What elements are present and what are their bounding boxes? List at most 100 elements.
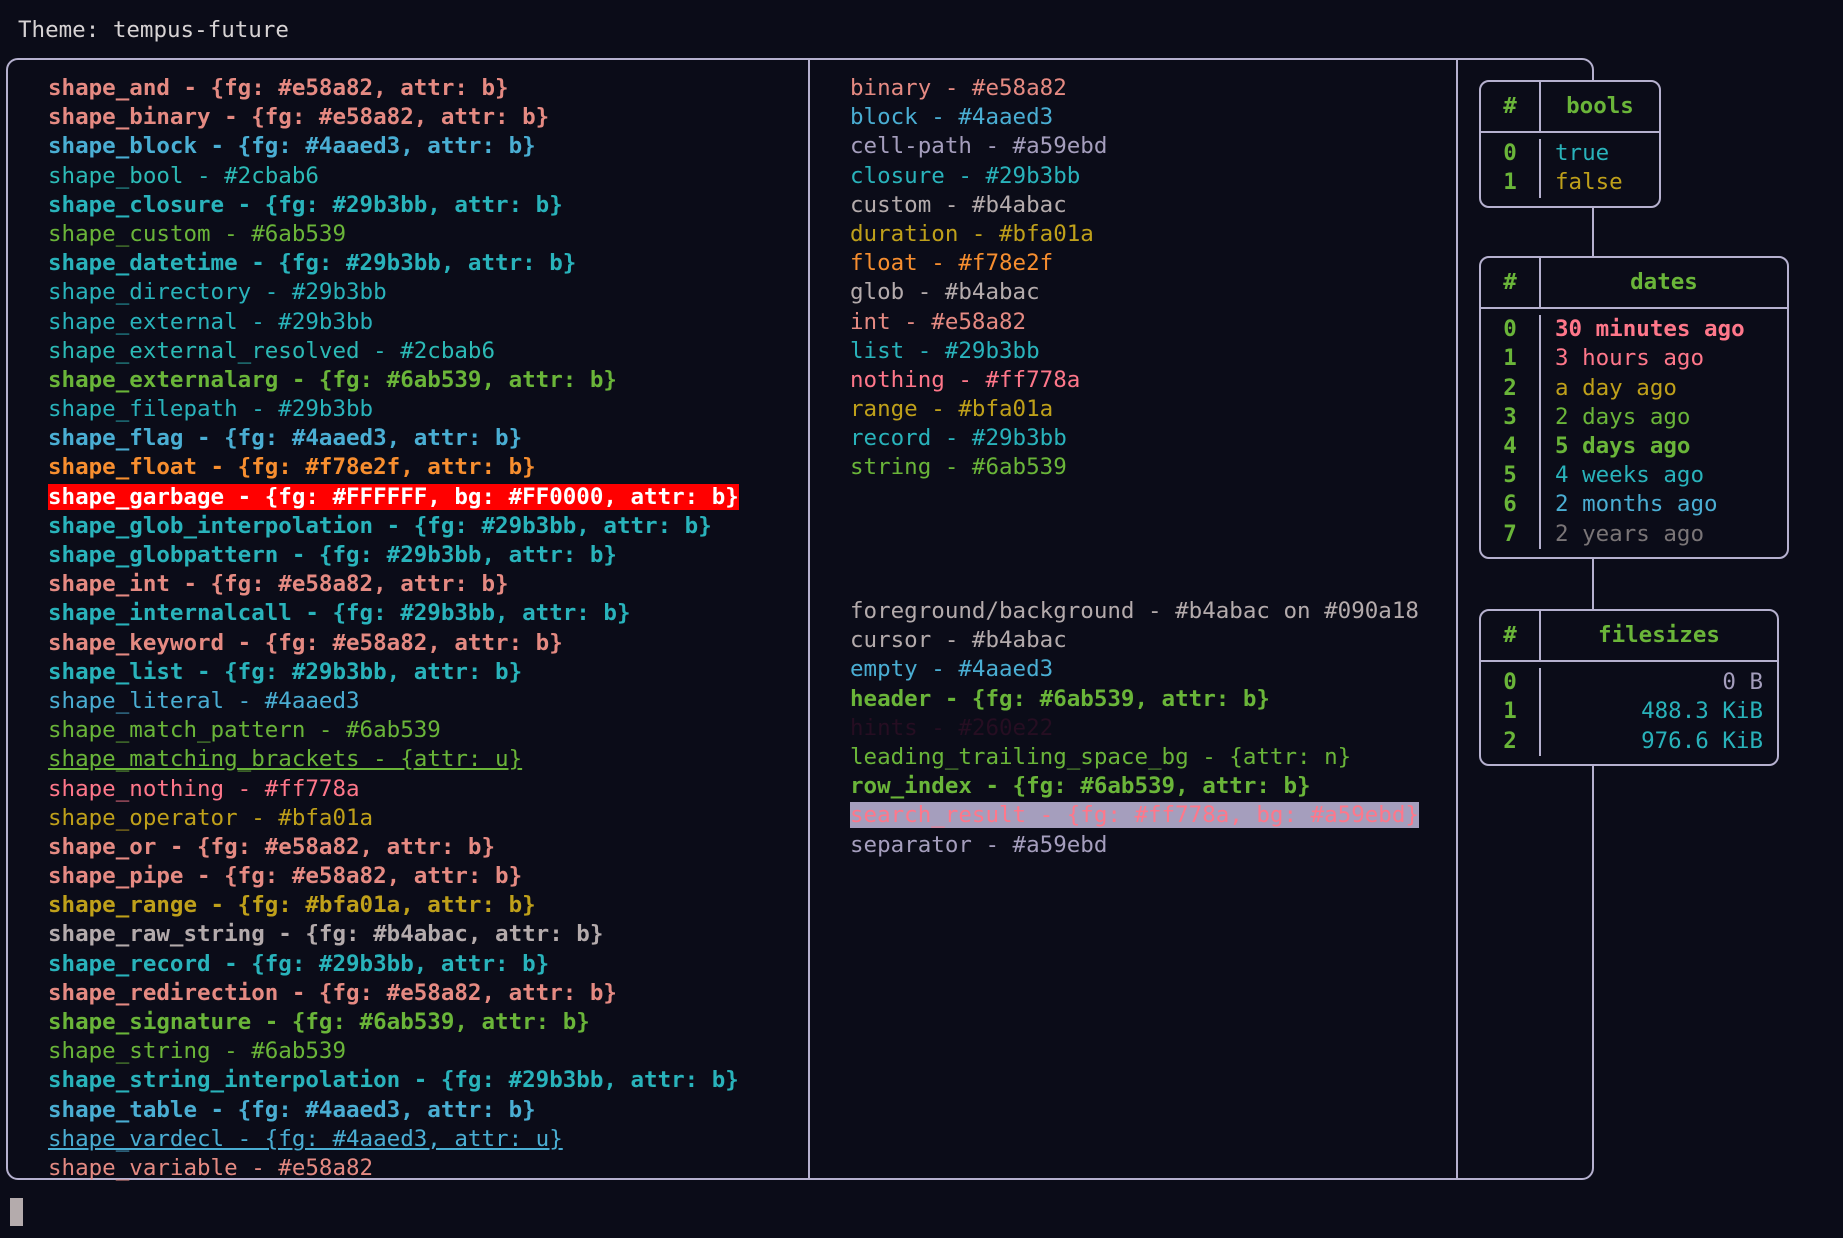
shapes-column: shape_and - {fg: #e58a82, attr: b} shape_… [8, 60, 808, 1181]
row-index-cell: 4 [1503, 432, 1517, 459]
type-row: float - #f78e2f [850, 249, 1107, 278]
row-value-cell: a day ago [1539, 373, 1787, 403]
shape-row: shape_int - {fg: #e58a82, attr: b} [48, 570, 739, 599]
shape-label: shape_binary - {fg: #e58a82, attr: b} [48, 104, 550, 131]
row-value-cell: 976.6 KiB [1539, 726, 1777, 756]
type-row: block - #4aaed3 [850, 103, 1107, 132]
type-label: custom - #b4abac [850, 191, 1067, 218]
shape-label: shape_filepath - #29b3bb [48, 396, 374, 423]
table-row: 1 false [1481, 168, 1659, 198]
type-label: list - #29b3bb [850, 337, 1040, 364]
row-index-cell: 0 [1503, 669, 1517, 696]
table-row: 5 4 weeks ago [1481, 461, 1787, 491]
shape-label: shape_or - {fg: #e58a82, attr: b} [48, 833, 496, 860]
shape-row: shape_pipe - {fg: #e58a82, attr: b} [48, 862, 739, 891]
type-label: int - #e58a82 [850, 308, 1027, 335]
shape-row: shape_bool - #2cbab6 [48, 162, 739, 191]
table-row: 2 a day ago [1481, 373, 1787, 403]
shape-label: shape_vardecl - {fg: #4aaed3, attr: u} [48, 1125, 563, 1152]
shape-row: shape_internalcall - {fg: #29b3bb, attr:… [48, 599, 739, 628]
type-row: custom - #b4abac [850, 191, 1107, 220]
table-row: 6 2 months ago [1481, 490, 1787, 520]
type-label: duration - #bfa01a [850, 220, 1094, 247]
filesizes-table-body: 0 0 B 1 488.3 KiB 2 976.6 KiB [1481, 662, 1777, 764]
shape-row: shape_match_pattern - #6ab539 [48, 716, 739, 745]
row-index-cell: 3 [1503, 403, 1517, 430]
type-row: list - #29b3bb [850, 337, 1107, 366]
shape-label: shape_bool - #2cbab6 [48, 162, 319, 189]
shape-label: shape_table - {fg: #4aaed3, attr: b} [48, 1096, 536, 1123]
table-row: 3 2 days ago [1481, 402, 1787, 432]
shape-row: shape_operator - #bfa01a [48, 804, 739, 833]
row-value-cell: 4 weeks ago [1539, 461, 1787, 491]
table-row: 0 true [1481, 139, 1659, 169]
type-label: binary - #e58a82 [850, 75, 1067, 101]
shape-row: shape_signature - {fg: #6ab539, attr: b} [48, 1008, 739, 1037]
shape-label: shape_record - {fg: #29b3bb, attr: b} [48, 950, 550, 977]
type-label: range - #bfa01a [850, 396, 1054, 423]
row-value-cell: 488.3 KiB [1539, 697, 1777, 727]
table-row: 7 2 years ago [1481, 519, 1787, 549]
shape-label: shape_string - #6ab539 [48, 1038, 347, 1065]
shape-label: shape_keyword - {fg: #e58a82, attr: b} [48, 629, 563, 656]
ui-label: row_index - {fg: #6ab539, attr: b} [850, 773, 1311, 800]
terminal-cursor [10, 1198, 23, 1226]
ui-row: separator - #a59ebd [850, 831, 1419, 860]
shape-row: shape_filepath - #29b3bb [48, 395, 739, 424]
shape-row: shape_vardecl - {fg: #4aaed3, attr: u} [48, 1125, 739, 1154]
shape-row: shape_variable - #e58a82 [48, 1154, 739, 1183]
row-index-cell: 2 [1503, 374, 1517, 401]
shape-row: shape_float - {fg: #f78e2f, attr: b} [48, 453, 739, 482]
shape-row: shape_record - {fg: #29b3bb, attr: b} [48, 950, 739, 979]
ui-label: empty - #4aaed3 [850, 656, 1054, 683]
shape-row: shape_keyword - {fg: #e58a82, attr: b} [48, 629, 739, 658]
shape-row: shape_globpattern - {fg: #29b3bb, attr: … [48, 541, 739, 570]
shape-label: shape_list - {fg: #29b3bb, attr: b} [48, 658, 523, 685]
type-row: int - #e58a82 [850, 308, 1107, 337]
ui-label: separator - #a59ebd [850, 831, 1108, 858]
row-index-cell: 0 [1503, 316, 1517, 343]
ui-label: search_result - {fg: #ff778a, bg: #a59eb… [850, 802, 1419, 829]
type-row: record - #29b3bb [850, 424, 1107, 453]
row-value-cell: 2 months ago [1539, 490, 1787, 520]
shape-label: shape_operator - #bfa01a [48, 804, 374, 831]
shape-label: shape_nothing - #ff778a [48, 775, 360, 802]
dates-table-header: # dates [1481, 258, 1787, 310]
filesizes-index-header: # [1503, 622, 1517, 648]
shape-row: shape_block - {fg: #4aaed3, attr: b} [48, 132, 739, 161]
row-index-cell: 2 [1503, 727, 1517, 754]
shape-label: shape_matching_brackets - {attr: u} [48, 746, 523, 773]
table-row: 1 488.3 KiB [1481, 697, 1777, 727]
shape-label: shape_datetime - {fg: #29b3bb, attr: b} [48, 250, 577, 277]
ui-label: header - {fg: #6ab539, attr: b} [850, 685, 1270, 712]
shape-row: shape_glob_interpolation - {fg: #29b3bb,… [48, 512, 739, 541]
shape-label: shape_glob_interpolation - {fg: #29b3bb,… [48, 512, 712, 539]
shape-row: shape_closure - {fg: #29b3bb, attr: b} [48, 191, 739, 220]
type-row: closure - #29b3bb [850, 162, 1107, 191]
shape-label: shape_garbage - {fg: #FFFFFF, bg: #FF000… [48, 483, 739, 510]
shape-row: shape_list - {fg: #29b3bb, attr: b} [48, 658, 739, 687]
shape-label: shape_externalarg - {fg: #6ab539, attr: … [48, 366, 617, 393]
page-title: Theme: tempus-future [18, 17, 289, 43]
table-row: 0 30 minutes ago [1481, 315, 1787, 345]
type-label: record - #29b3bb [850, 425, 1067, 452]
shape-label: shape_custom - #6ab539 [48, 220, 347, 247]
type-row: nothing - #ff778a [850, 366, 1107, 395]
ui-row: row_index - {fg: #6ab539, attr: b} [850, 772, 1419, 801]
table-row: 1 3 hours ago [1481, 344, 1787, 374]
shape-row: shape_table - {fg: #4aaed3, attr: b} [48, 1096, 739, 1125]
dates-value-header: dates [1539, 258, 1787, 308]
row-index-cell: 0 [1503, 140, 1517, 167]
shape-row: shape_range - {fg: #bfa01a, attr: b} [48, 891, 739, 920]
row-index-cell: 1 [1503, 698, 1517, 725]
row-index-cell: 6 [1503, 491, 1517, 518]
shape-label: shape_flag - {fg: #4aaed3, attr: b} [48, 425, 523, 452]
filesizes-table: # filesizes 0 0 B 1 488.3 KiB 2 976.6 KiB [1479, 609, 1779, 766]
type-label: string - #6ab539 [850, 454, 1067, 481]
shape-label: shape_signature - {fg: #6ab539, attr: b} [48, 1009, 590, 1035]
row-index-cell: 1 [1503, 169, 1517, 196]
bools-table-body: 0 true 1 false [1481, 133, 1659, 205]
ui-row: header - {fg: #6ab539, attr: b} [850, 685, 1419, 714]
bools-table-header: # bools [1481, 82, 1659, 134]
type-row: string - #6ab539 [850, 453, 1107, 482]
